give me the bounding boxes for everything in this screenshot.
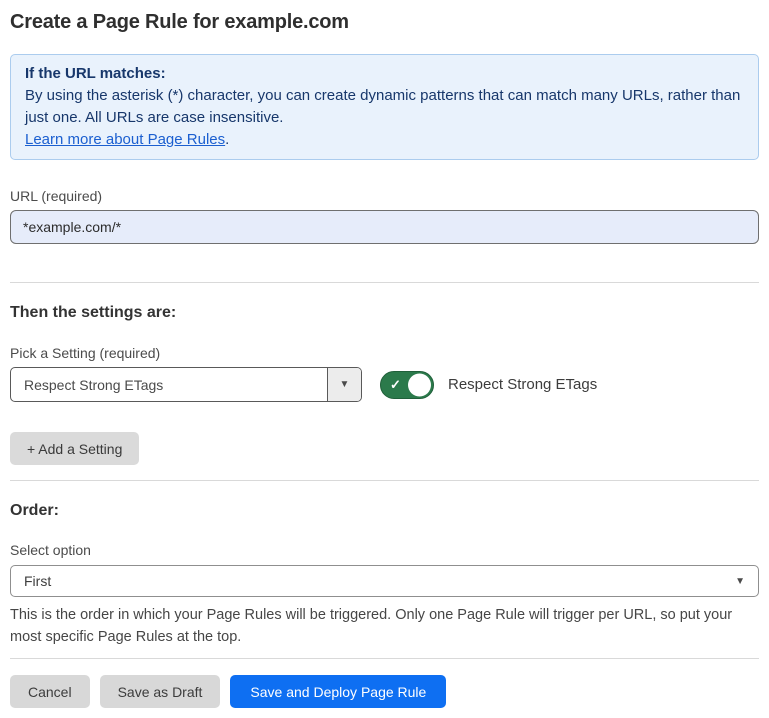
order-select[interactable]: First ▼ bbox=[10, 565, 759, 597]
info-box-heading: If the URL matches: bbox=[25, 63, 744, 85]
check-icon: ✓ bbox=[390, 378, 401, 391]
page-title: Create a Page Rule for example.com bbox=[10, 0, 759, 34]
save-deploy-button[interactable]: Save and Deploy Page Rule bbox=[230, 675, 446, 708]
info-box-link-line: Learn more about Page Rules. bbox=[25, 129, 744, 151]
select-option-label: Select option bbox=[10, 542, 759, 558]
save-draft-button[interactable]: Save as Draft bbox=[100, 675, 221, 708]
footer-actions: Cancel Save as Draft Save and Deploy Pag… bbox=[10, 675, 759, 708]
setting-select-value: Respect Strong ETags bbox=[11, 368, 327, 401]
settings-section-heading: Then the settings are: bbox=[10, 303, 759, 322]
order-help-text: This is the order in which your Page Rul… bbox=[10, 604, 758, 648]
order-select-value: First bbox=[24, 573, 51, 589]
order-section-heading: Order: bbox=[10, 501, 759, 520]
link-suffix: . bbox=[225, 131, 229, 148]
section-divider bbox=[10, 480, 759, 481]
url-field-label: URL (required) bbox=[10, 188, 759, 204]
pick-setting-label: Pick a Setting (required) bbox=[10, 345, 759, 361]
page-rule-form: Create a Page Rule for example.com If th… bbox=[0, 0, 769, 708]
chevron-down-icon: ▼ bbox=[735, 576, 745, 587]
url-input[interactable] bbox=[10, 210, 759, 244]
learn-more-link[interactable]: Learn more about Page Rules bbox=[25, 131, 225, 148]
footer-divider bbox=[10, 658, 759, 659]
add-setting-button[interactable]: + Add a Setting bbox=[10, 432, 139, 465]
info-box-body: By using the asterisk (*) character, you… bbox=[25, 85, 744, 129]
setting-row: Respect Strong ETags ▼ ✓ Respect Strong … bbox=[10, 367, 759, 402]
toggle-knob bbox=[408, 373, 431, 396]
section-divider bbox=[10, 282, 759, 283]
toggle-group: ✓ Respect Strong ETags bbox=[380, 371, 597, 399]
chevron-down-icon[interactable]: ▼ bbox=[327, 368, 361, 401]
toggle-label: Respect Strong ETags bbox=[448, 376, 597, 393]
respect-strong-etags-toggle[interactable]: ✓ bbox=[380, 371, 434, 399]
setting-select[interactable]: Respect Strong ETags ▼ bbox=[10, 367, 362, 402]
cancel-button[interactable]: Cancel bbox=[10, 675, 90, 708]
url-match-info-box: If the URL matches: By using the asteris… bbox=[10, 54, 759, 160]
